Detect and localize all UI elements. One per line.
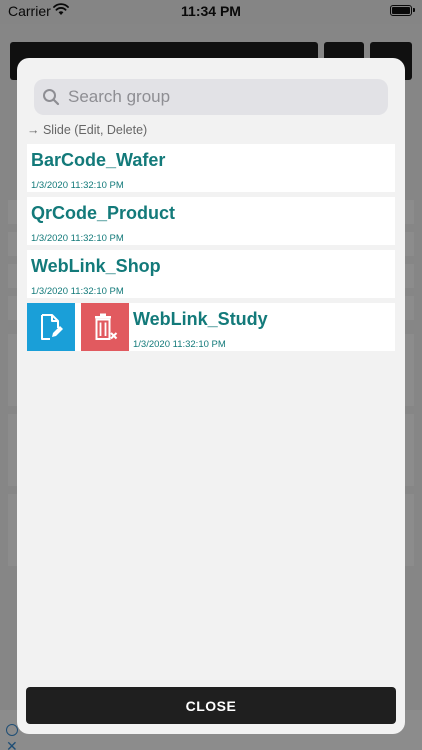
- group-picker-modal: → Slide (Edit, Delete) BarCode_Wafer 1/3…: [17, 58, 405, 734]
- search-input[interactable]: [64, 79, 382, 115]
- group-list: BarCode_Wafer 1/3/2020 11:32:10 PM QrCod…: [27, 144, 395, 356]
- group-date: 1/3/2020 11:32:10 PM: [31, 286, 124, 297]
- group-name: BarCode_Wafer: [31, 150, 166, 170]
- trash-icon: [95, 313, 118, 340]
- group-name: WebLink_Shop: [31, 256, 161, 276]
- list-item[interactable]: WebLink_Study 1/3/2020 11:32:10 PM: [27, 303, 395, 351]
- edit-action-button[interactable]: [27, 303, 75, 351]
- list-item[interactable]: BarCode_Wafer 1/3/2020 11:32:10 PM: [27, 144, 395, 192]
- swipe-hint: → Slide (Edit, Delete): [27, 123, 148, 137]
- close-button[interactable]: CLOSE: [26, 687, 396, 724]
- group-name: QrCode_Product: [31, 203, 176, 223]
- list-item[interactable]: WebLink_Shop 1/3/2020 11:32:10 PM: [27, 250, 395, 298]
- search-icon: [43, 89, 60, 106]
- search-bar[interactable]: [34, 79, 388, 115]
- delete-action-button[interactable]: [81, 303, 129, 351]
- group-date: 1/3/2020 11:32:10 PM: [133, 339, 226, 350]
- group-date: 1/3/2020 11:32:10 PM: [31, 180, 124, 191]
- screen: ✕ Carrier 11:34 PM → Slide (Edit, Delete…: [0, 0, 422, 750]
- group-date: 1/3/2020 11:32:10 PM: [31, 233, 124, 244]
- edit-document-icon: [41, 314, 63, 340]
- group-name: WebLink_Study: [133, 309, 268, 329]
- list-item[interactable]: QrCode_Product 1/3/2020 11:32:10 PM: [27, 197, 395, 245]
